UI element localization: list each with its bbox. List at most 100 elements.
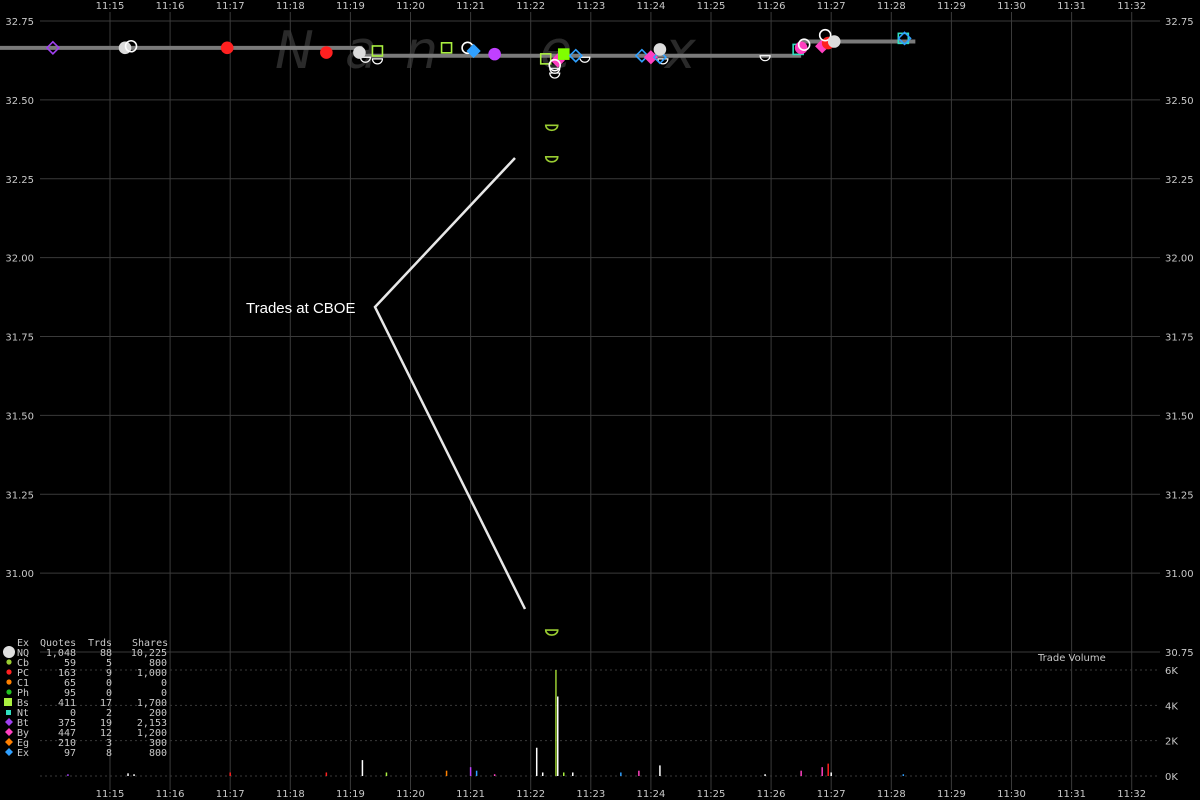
volume-axis: 6K 4K 2K 0K [1165,666,1178,783]
x-tick-label: 11:16 [156,1,185,12]
y-tick-label: 31.00 [1165,569,1194,580]
legend-marker [5,738,13,746]
trade-chart: Nanex 11:15 11:16 11:17 11:18 11:19 11:20 11:2… [0,1,1194,800]
quote-marker [579,56,591,63]
watermark-letter: N [275,21,314,81]
volume-tick-label: 4K [1165,701,1178,712]
y-tick-label: 32.75 [1165,17,1194,28]
x-tick-label: 11:21 [456,789,485,800]
trade-marker [557,48,570,60]
nbbo-line [0,39,916,58]
trade-marker [653,43,667,56]
x-tick-label: 11:21 [456,1,485,12]
legend-marker [4,698,12,706]
x-tick-label: 11:23 [576,1,605,12]
legend-marker [6,669,12,675]
watermark-letter: x [663,21,697,81]
trade-marker [794,41,808,55]
x-tick-label: 11:31 [1057,789,1086,800]
y-tick-label: 32.00 [5,254,34,265]
trade-marker [220,41,234,55]
x-tick-label: 11:25 [697,789,726,800]
x-tick-label: 11:28 [877,789,906,800]
y-axis-right: 32.75 32.50 32.25 32.00 31.75 31.50 31.25 31.00… [1165,17,1194,659]
volume-bars [67,670,905,776]
x-tick-label: 11:15 [96,1,125,12]
trade-marker [544,124,559,132]
x-tick-label: 11:27 [817,1,846,12]
legend-marker [6,659,12,665]
x-tick-label: 11:27 [817,789,846,800]
x-tick-label: 11:29 [937,789,966,800]
x-tick-label: 11:17 [216,789,245,800]
watermark: Nanex [275,21,697,81]
x-axis-top: 11:15 11:16 11:17 11:18 11:19 11:20 11:21 11:22… [96,1,1147,12]
x-tick-label: 11:32 [1117,1,1146,12]
trade-marker [320,46,333,59]
y-tick-label: 31.50 [5,411,34,422]
y-tick-label: 31.00 [5,569,34,580]
x-tick-label: 11:31 [1057,1,1086,12]
legend-marker [6,710,11,715]
legend-marker [3,646,15,658]
y-axis-left: 32.75 32.50 32.25 32.00 31.75 31.50 31.25 31.00 [5,17,34,580]
y-tick-label: 31.75 [5,333,34,344]
x-tick-label: 11:32 [1117,789,1146,800]
legend-marker [5,748,13,756]
x-tick-label: 11:20 [396,789,425,800]
x-tick-label: 11:17 [216,1,245,12]
trade-markers [45,28,912,636]
volume-tick-label: 2K [1165,737,1178,748]
x-tick-label: 11:20 [396,1,425,12]
legend-trades: 8 [106,748,112,759]
x-tick-label: 11:25 [697,1,726,12]
y-tick-label: 31.25 [5,490,34,501]
x-tick-label: 11:18 [276,789,305,800]
y-tick-label: 31.75 [1165,333,1194,344]
x-tick-label: 11:19 [336,789,365,800]
x-tick-label: 11:18 [276,1,305,12]
x-tick-label: 11:22 [516,1,545,12]
y-tick-label: 32.00 [1165,254,1194,265]
x-tick-label: 11:30 [997,1,1026,12]
x-tick-label: 11:23 [576,789,605,800]
x-tick-label: 11:26 [757,789,786,800]
trade-marker [353,46,366,59]
y-tick-label: 31.50 [1165,411,1194,422]
annotation-label: Trades at CBOE [246,300,355,317]
x-tick-label: 11:24 [636,1,665,12]
x-tick-label: 11:15 [96,789,125,800]
y-tick-label: 32.75 [5,17,34,28]
volume-title: Trade Volume [1037,653,1106,664]
trade-marker [544,629,559,636]
trade-marker [488,47,501,61]
chart-grid [40,12,1160,790]
x-tick-label: 11:19 [336,1,365,12]
x-tick-label: 11:29 [937,1,966,12]
volume-tick-label: 6K [1165,666,1178,677]
trade-marker [544,156,559,163]
volume-tick-label: 0K [1165,772,1178,783]
y-tick-label: 30.75 [1165,648,1194,659]
legend-marker [5,718,13,726]
x-tick-label: 11:28 [877,1,906,12]
x-tick-label: 11:24 [636,789,665,800]
annotation-arrow [373,157,527,610]
y-tick-label: 32.25 [1165,175,1194,186]
legend-marker [6,689,12,695]
x-tick-label: 11:16 [156,789,185,800]
annotation: Trades at CBOE [246,157,527,610]
x-axis-bottom: 11:15 11:16 11:17 11:18 11:19 11:20 11:21 11:22… [96,789,1147,800]
legend-quotes: 97 [64,748,76,759]
legend-exchange: Ex [17,748,29,759]
trade-marker [440,42,453,54]
x-tick-label: 11:30 [997,789,1026,800]
watermark-letter: n [405,21,438,81]
legend-marker [6,679,12,685]
x-tick-label: 11:22 [516,789,545,800]
legend-marker [5,728,13,736]
y-tick-label: 32.50 [1165,96,1194,107]
x-tick-label: 11:26 [757,1,786,12]
y-tick-label: 32.25 [5,175,34,186]
y-tick-label: 31.25 [1165,490,1194,501]
